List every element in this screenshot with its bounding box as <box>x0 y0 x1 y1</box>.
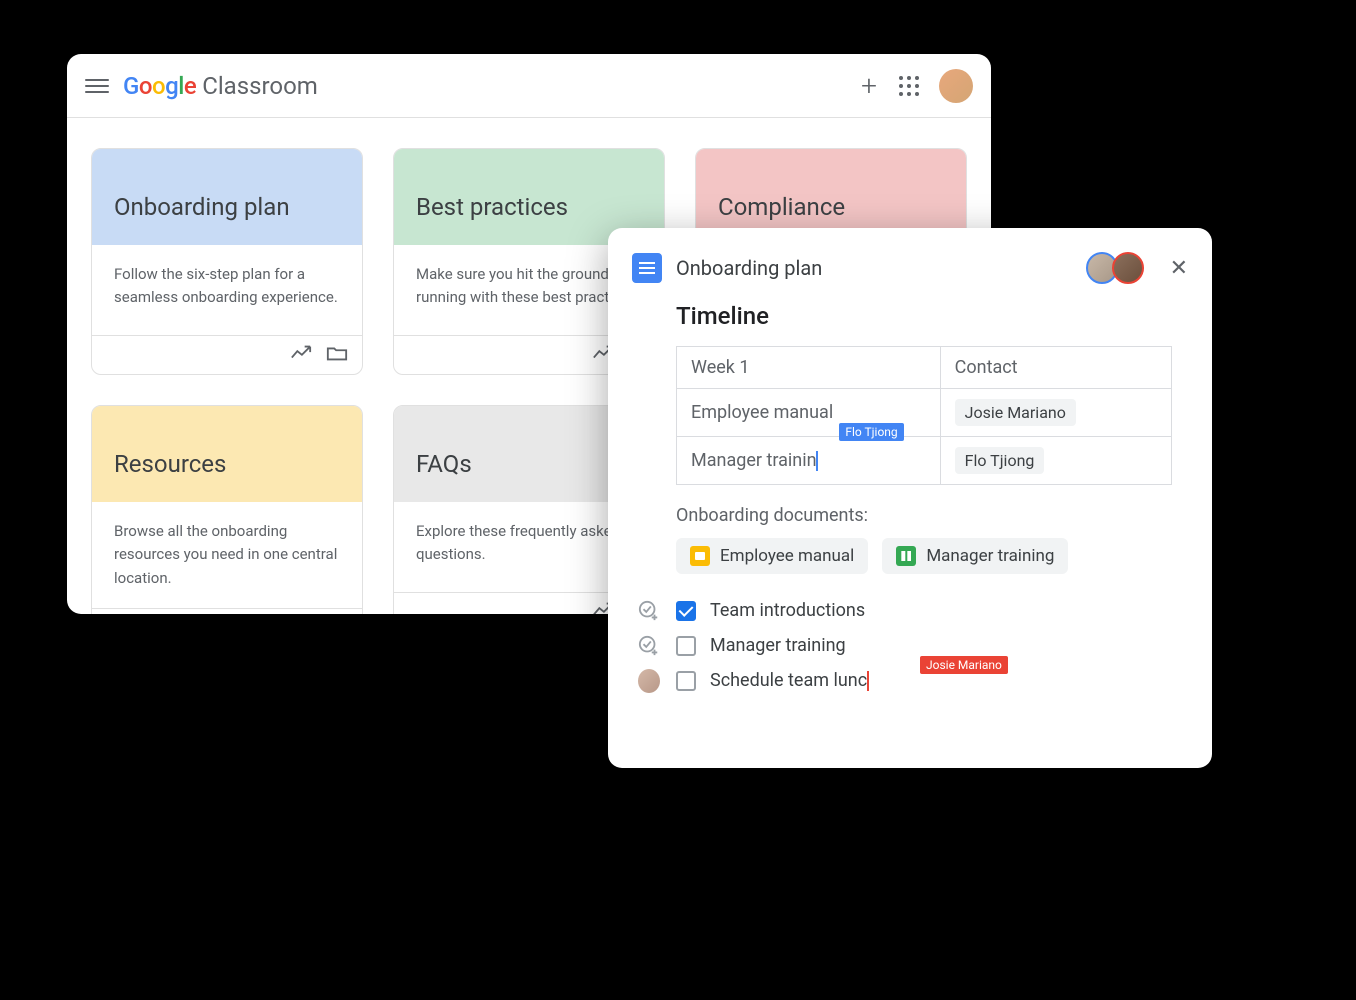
card-description: Browse all the onboarding resources you … <box>92 502 362 608</box>
checkbox[interactable] <box>676 671 696 691</box>
app-title: Classroom <box>202 72 318 100</box>
slides-icon <box>690 546 710 566</box>
checkbox[interactable] <box>676 601 696 621</box>
timeline-table: Week 1 Contact Employee manual Josie Mar… <box>676 346 1172 485</box>
docs-body: Timeline Week 1 Contact Employee manual … <box>608 302 1212 729</box>
doc-chip-manager-training[interactable]: Manager training <box>882 538 1068 574</box>
table-cell-contact[interactable]: Flo Tjiong <box>940 437 1171 485</box>
doc-heading-timeline: Timeline <box>676 302 1172 330</box>
google-logo: Google <box>123 72 196 100</box>
checklist: Team introductions Manager training Sche… <box>676 600 1172 691</box>
add-checklist-icon[interactable] <box>638 635 660 657</box>
collab-cursor-tag-red: Josie Mariano <box>920 656 1008 674</box>
analytics-icon[interactable] <box>290 344 312 366</box>
sheets-icon <box>896 546 916 566</box>
contact-chip[interactable]: Flo Tjiong <box>955 447 1045 474</box>
checklist-text: Manager training <box>710 635 846 656</box>
checklist-text: Schedule team lunc <box>710 670 869 691</box>
checklist-text: Team introductions <box>710 600 865 621</box>
close-icon[interactable]: ✕ <box>1170 256 1188 281</box>
account-avatar[interactable] <box>939 69 973 103</box>
create-plus-icon[interactable]: + <box>861 69 877 102</box>
folder-icon[interactable] <box>326 344 348 366</box>
collaborator-avatar-mini <box>638 669 660 693</box>
doc-chip-label: Manager training <box>926 546 1054 566</box>
google-docs-icon <box>632 253 662 283</box>
contact-chip[interactable]: Josie Mariano <box>955 399 1076 426</box>
docs-window: Onboarding plan ✕ Timeline Week 1 Contac… <box>608 228 1212 768</box>
classroom-header: Google Classroom + <box>67 54 991 118</box>
card-description: Follow the six-step plan for a seamless … <box>92 245 362 335</box>
doc-chips-row: Employee manual Manager training <box>676 538 1172 574</box>
doc-chip-employee-manual[interactable]: Employee manual <box>676 538 868 574</box>
checklist-item[interactable]: Team introductions <box>676 600 1172 621</box>
table-cell-contact[interactable]: Josie Mariano <box>940 389 1171 437</box>
table-row: Week 1 Contact <box>677 347 1172 389</box>
collab-cursor-red <box>867 671 869 691</box>
table-row: Employee manual Josie Mariano <box>677 389 1172 437</box>
collab-cursor-blue <box>816 451 818 471</box>
collab-cursor-tag-blue: Flo Tjiong <box>839 423 903 441</box>
table-cell-item[interactable]: Manager trainin Flo Tjiong <box>677 437 941 485</box>
checklist-item[interactable]: Manager training <box>676 635 1172 656</box>
onboarding-docs-subheading: Onboarding documents: <box>676 505 1172 526</box>
docs-title: Onboarding plan <box>676 256 822 280</box>
add-checklist-icon[interactable] <box>638 600 660 622</box>
col-header-week[interactable]: Week 1 <box>677 347 941 389</box>
collaborator-avatar[interactable] <box>1112 252 1144 284</box>
doc-chip-label: Employee manual <box>720 546 854 566</box>
google-apps-icon[interactable] <box>899 76 919 96</box>
card-title: Resources <box>92 406 362 502</box>
class-card-onboarding-plan[interactable]: Onboarding plan Follow the six-step plan… <box>91 148 363 375</box>
col-header-contact[interactable]: Contact <box>940 347 1171 389</box>
checkbox[interactable] <box>676 636 696 656</box>
collaborator-avatars[interactable] <box>1092 252 1144 284</box>
table-row: Manager trainin Flo Tjiong Flo Tjiong <box>677 437 1172 485</box>
docs-header: Onboarding plan ✕ <box>608 228 1212 302</box>
hamburger-menu-icon[interactable] <box>85 74 109 98</box>
checklist-item[interactable]: Schedule team lunc Josie Mariano <box>676 670 1172 691</box>
card-title: Onboarding plan <box>92 149 362 245</box>
class-card-resources[interactable]: Resources Browse all the onboarding reso… <box>91 405 363 614</box>
